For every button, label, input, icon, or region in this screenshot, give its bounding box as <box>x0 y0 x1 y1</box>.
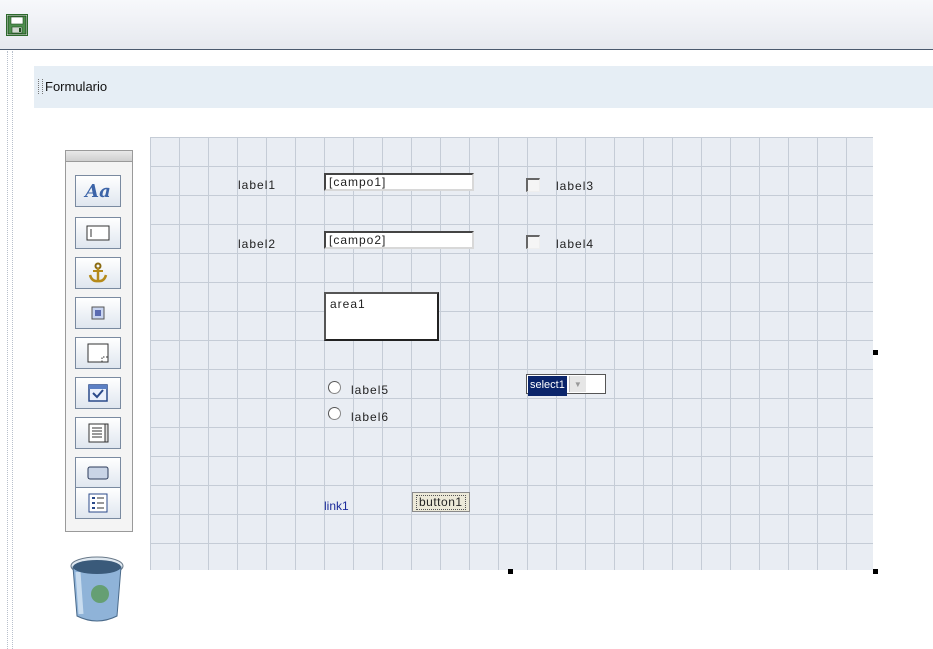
label-tool[interactable]: Aa <box>75 175 121 207</box>
resize-handle-right[interactable] <box>873 350 878 355</box>
button1[interactable]: button1 <box>412 492 470 512</box>
link1[interactable]: link1 <box>324 499 349 513</box>
label1[interactable]: label1 <box>238 178 276 192</box>
save-button[interactable] <box>6 14 28 36</box>
campo1-field[interactable]: [campo1] <box>324 173 474 191</box>
form-canvas[interactable] <box>150 137 873 570</box>
chevron-down-icon[interactable]: ▼ <box>568 376 586 392</box>
component-palette: Aa <box>65 150 133 532</box>
trash-bin-icon <box>70 556 124 622</box>
textarea-tool[interactable] <box>75 337 121 369</box>
label5-radio[interactable] <box>328 381 341 394</box>
trash-bin[interactable] <box>64 552 130 626</box>
toolbar <box>0 0 933 50</box>
button-tool[interactable] <box>75 457 121 489</box>
label4-checkbox[interactable] <box>526 235 540 249</box>
list-icon <box>88 423 109 443</box>
label6-radio[interactable] <box>328 407 341 420</box>
label3[interactable]: label3 <box>556 179 594 193</box>
floppy-disk-icon <box>7 15 27 35</box>
label2[interactable]: label2 <box>238 237 276 251</box>
campo2-field[interactable]: [campo2] <box>324 231 474 249</box>
grip-icon <box>38 79 43 94</box>
palette-titlebar[interactable] <box>66 151 132 162</box>
select-tool[interactable] <box>75 487 121 519</box>
select1-dropdown[interactable]: select1 ▼ <box>526 374 606 396</box>
resize-handle-corner[interactable] <box>873 569 878 574</box>
image-tool[interactable] <box>75 297 121 329</box>
select1-value: select1 <box>528 376 567 396</box>
area1-textarea[interactable]: area1 <box>324 292 439 341</box>
frame-border <box>7 51 13 649</box>
select-list-icon <box>88 493 108 513</box>
anchor-tool[interactable] <box>75 257 121 289</box>
picture-icon <box>91 306 105 320</box>
textarea-icon <box>87 343 109 363</box>
label3-checkbox[interactable] <box>526 178 540 192</box>
section-header[interactable]: Formulario <box>34 66 933 108</box>
label4[interactable]: label4 <box>556 237 594 251</box>
text-aa-icon: Aa <box>85 180 111 202</box>
label6[interactable]: label6 <box>351 410 389 424</box>
button-icon <box>87 466 109 480</box>
textfield-tool[interactable] <box>75 217 121 249</box>
label5[interactable]: label5 <box>351 383 389 397</box>
anchor-icon <box>88 262 108 283</box>
list-tool[interactable] <box>75 417 121 449</box>
section-title: Formulario <box>45 79 108 94</box>
button1-label: button1 <box>416 494 466 510</box>
textfield-icon <box>86 225 110 241</box>
checkbox-tool[interactable] <box>75 377 121 409</box>
resize-handle-bottom[interactable] <box>508 569 513 574</box>
checkbox-icon <box>88 384 108 402</box>
